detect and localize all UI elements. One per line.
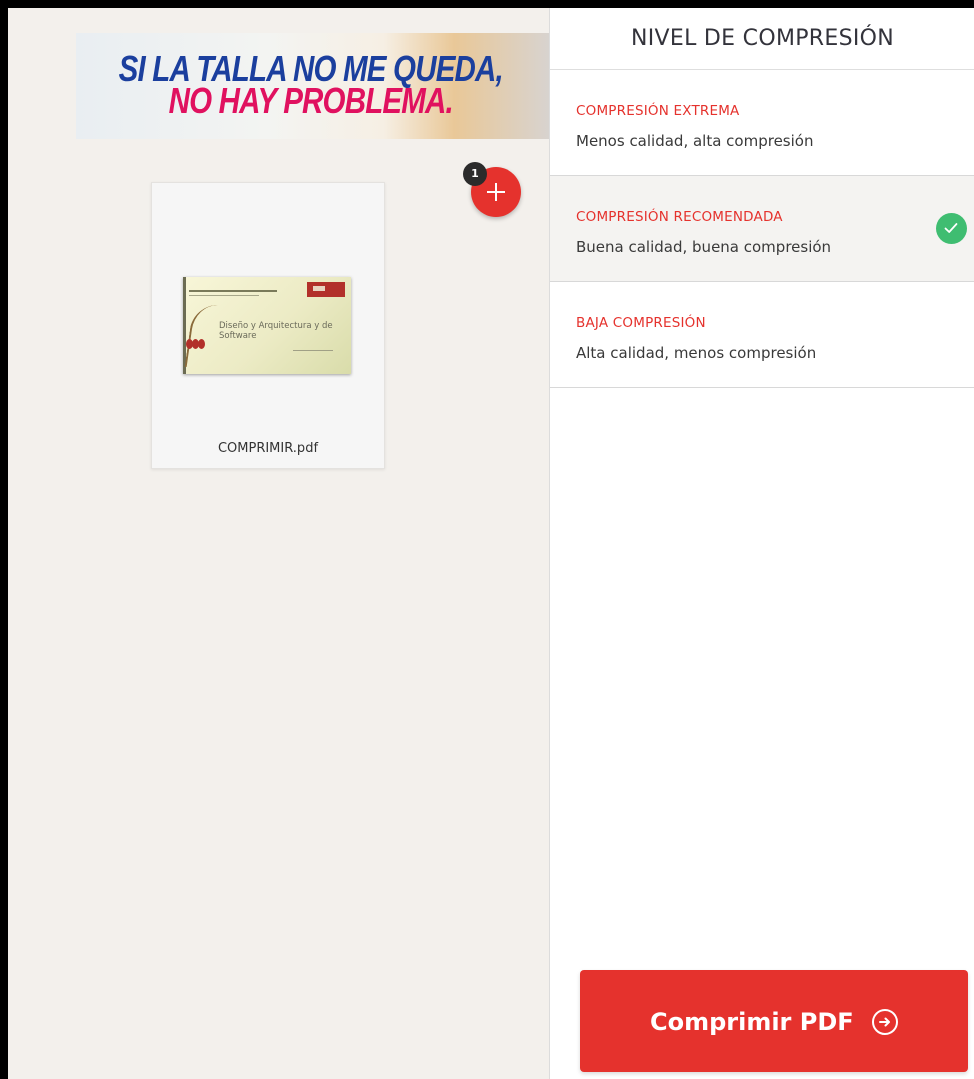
thumbnail-title: Diseño y Arquitectura y de Software: [219, 321, 333, 341]
option-description: Alta calidad, menos compresión: [576, 344, 817, 362]
option-title: COMPRESIÓN EXTREMA: [576, 103, 740, 119]
sidebar-title: NIVEL DE COMPRESIÓN: [550, 8, 974, 70]
compression-sidebar: NIVEL DE COMPRESIÓN COMPRESIÓN EXTREMA M…: [549, 8, 974, 1079]
compress-button-label: Comprimir PDF: [649, 1008, 854, 1036]
option-description: Menos calidad, alta compresión: [576, 132, 814, 150]
option-title: COMPRESIÓN RECOMENDADA: [576, 209, 783, 225]
file-workspace: SI LA TALLA NO ME QUEDA, NO HAY PROBLEMA…: [8, 8, 549, 1079]
file-card[interactable]: Diseño y Arquitectura y de Software COMP…: [151, 182, 385, 469]
compress-pdf-button[interactable]: Comprimir PDF: [580, 970, 968, 1072]
file-name: COMPRIMIR.pdf: [217, 441, 319, 456]
option-title: BAJA COMPRESIÓN: [576, 315, 706, 331]
arrow-right-circle-icon: [872, 1009, 899, 1035]
file-count-badge: 1: [463, 162, 487, 186]
ad-headline-line-2: NO HAY PROBLEMA.: [168, 80, 454, 121]
option-recommended-compression[interactable]: COMPRESIÓN RECOMENDADA Buena calidad, bu…: [550, 176, 974, 282]
option-description: Buena calidad, buena compresión: [576, 238, 832, 256]
option-low-compression[interactable]: BAJA COMPRESIÓN Alta calidad, menos comp…: [550, 282, 974, 388]
ad-banner[interactable]: SI LA TALLA NO ME QUEDA, NO HAY PROBLEMA…: [76, 33, 549, 139]
check-icon: [936, 213, 967, 244]
app-frame: SI LA TALLA NO ME QUEDA, NO HAY PROBLEMA…: [0, 0, 974, 1079]
option-extreme-compression[interactable]: COMPRESIÓN EXTREMA Menos calidad, alta c…: [550, 70, 974, 176]
pdf-thumbnail: Diseño y Arquitectura y de Software: [183, 277, 351, 374]
